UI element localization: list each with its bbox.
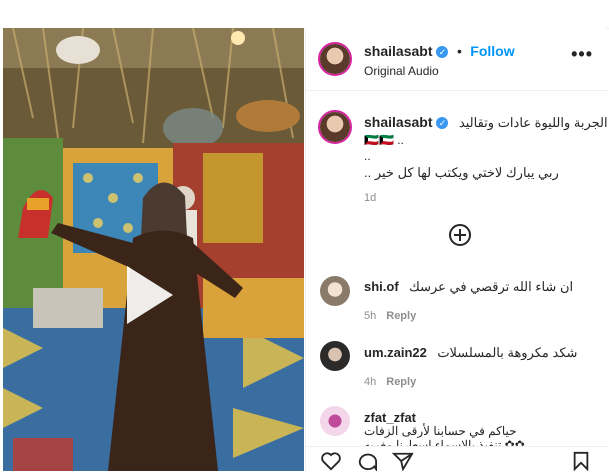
comment-username[interactable]: zfat_zfat bbox=[364, 410, 416, 425]
caption-emoji: 🇰🇼🇰🇼 .. bbox=[364, 133, 404, 147]
comment-icon[interactable] bbox=[356, 451, 378, 471]
commenter-avatar[interactable] bbox=[320, 341, 350, 371]
comment-meta-1: 5h Reply bbox=[364, 306, 416, 324]
caption-line2: .. bbox=[364, 149, 371, 163]
comment-timestamp[interactable]: 4h bbox=[364, 376, 376, 388]
author-line: shailasabt ✓ • Follow bbox=[364, 43, 515, 61]
caption-line1: الجربة والليوة عادات وتقاليد bbox=[458, 115, 608, 130]
commenter-avatar[interactable] bbox=[320, 276, 350, 306]
heart-icon[interactable] bbox=[320, 451, 342, 471]
comment-username[interactable]: shi.of bbox=[364, 279, 399, 294]
play-icon[interactable] bbox=[127, 266, 173, 324]
author-username[interactable]: shailasabt bbox=[364, 43, 432, 59]
bookmark-icon[interactable] bbox=[572, 451, 590, 471]
comment-meta-2: 4h Reply bbox=[364, 372, 416, 390]
comment-text: ان شاء الله ترقصي في عرسك bbox=[409, 279, 574, 294]
comment-text: حياكم في حسابنا لأرقى الزفات bbox=[364, 424, 517, 438]
plus-circle-icon[interactable] bbox=[449, 224, 471, 246]
post-modal: shailasabt ✓ • Follow Original Audio ••• … bbox=[3, 28, 608, 472]
post-header: shailasabt ✓ • Follow Original Audio ••• bbox=[306, 28, 607, 91]
comment-username[interactable]: um.zain22 bbox=[364, 345, 427, 360]
caption-avatar[interactable] bbox=[318, 110, 352, 144]
more-options-icon[interactable]: ••• bbox=[571, 44, 593, 65]
reply-button[interactable]: Reply bbox=[386, 376, 416, 388]
caption-line3: ربي يبارك لاختي ويكتب لها كل خير .. bbox=[364, 165, 559, 180]
browser-top-bar bbox=[0, 0, 609, 29]
comment-row-2: um.zain22 شكد مكروهة بالمسلسلات bbox=[364, 344, 577, 362]
verified-badge-icon: ✓ bbox=[436, 45, 449, 58]
comment-row-1: shi.of ان شاء الله ترقصي في عرسك bbox=[364, 278, 573, 296]
comment-text: شكد مكروهة بالمسلسلات bbox=[437, 345, 578, 360]
share-icon[interactable] bbox=[392, 451, 414, 471]
audio-label[interactable]: Original Audio bbox=[364, 64, 439, 78]
action-bar bbox=[306, 446, 607, 472]
author-avatar[interactable] bbox=[318, 42, 352, 76]
verified-badge-icon: ✓ bbox=[436, 116, 449, 129]
follow-button[interactable]: Follow bbox=[470, 43, 514, 59]
separator-dot: • bbox=[456, 43, 462, 59]
video-player[interactable] bbox=[3, 28, 304, 471]
comment-timestamp[interactable]: 5h bbox=[364, 310, 376, 322]
post-sidebar: shailasabt ✓ • Follow Original Audio ••• … bbox=[305, 28, 608, 472]
caption-author-line: shailasabt ✓ الجربة والليوة عادات وتقاليد bbox=[364, 114, 608, 132]
video-frame-image bbox=[3, 28, 304, 471]
caption-timestamp[interactable]: 1d bbox=[364, 192, 376, 204]
reply-button[interactable]: Reply bbox=[386, 310, 416, 322]
caption-username[interactable]: shailasabt bbox=[364, 114, 432, 130]
commenter-avatar[interactable] bbox=[320, 406, 350, 436]
